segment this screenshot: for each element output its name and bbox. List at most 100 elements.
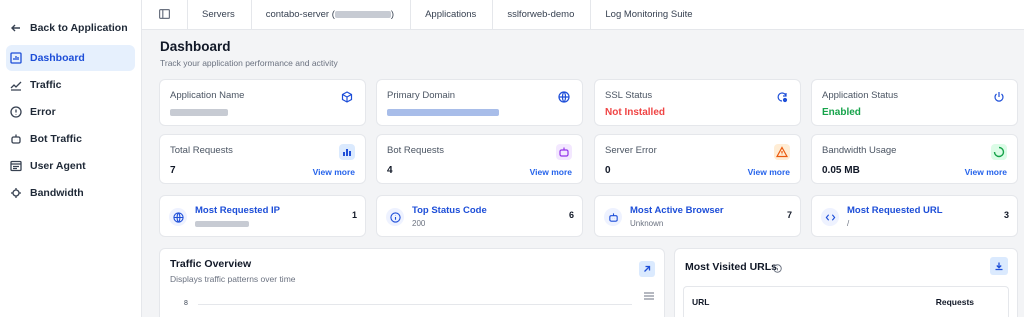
traffic-overview-subtitle: Displays traffic patterns over time [170, 274, 296, 284]
most-requested-ip-card[interactable]: Most Requested IP 1 [159, 195, 366, 237]
robot-icon [604, 208, 622, 226]
most-active-browser-card[interactable]: Most Active Browser Unknown 7 [594, 195, 801, 237]
breadcrumb-current: Log Monitoring Suite [591, 0, 708, 30]
application-name-value [170, 107, 228, 118]
mini-card-title: Most Requested IP [195, 205, 280, 216]
sidebar-item-error[interactable]: Error [6, 99, 135, 125]
breadcrumb-server-suffix: ) [390, 9, 395, 20]
main-content: Dashboard Track your application perform… [142, 30, 1024, 317]
power-icon [991, 89, 1007, 105]
breadcrumb-servers-label: Servers [202, 9, 235, 20]
spinner-icon [991, 144, 1007, 160]
bot-icon [556, 144, 572, 160]
gridline [198, 304, 632, 305]
mini-card-subtitle: / [847, 219, 850, 228]
breadcrumb-servers[interactable]: Servers [188, 0, 252, 30]
bandwidth-usage-card: Bandwidth Usage 0.05 MB View more [811, 134, 1018, 184]
redacted-ip [334, 11, 391, 18]
back-label: Back to Application [30, 22, 128, 34]
breadcrumb-server-label: contabo-server ( [265, 9, 335, 20]
arrow-left-icon [10, 22, 22, 34]
network-icon [10, 187, 22, 199]
code-icon [821, 208, 839, 226]
mini-card-subtitle: Unknown [630, 219, 664, 228]
info-icon[interactable] [773, 262, 782, 276]
mini-card-title: Top Status Code [412, 205, 487, 216]
server-error-value: 0 [605, 165, 611, 176]
sidebar-item-traffic[interactable]: Traffic [6, 72, 135, 98]
total-requests-value: 7 [170, 165, 176, 176]
server-error-card: Server Error 0 View more [594, 134, 801, 184]
most-visited-urls-title: Most Visited URLs [685, 261, 777, 273]
arrow-up-right-icon [642, 264, 652, 274]
top-status-code-card[interactable]: Top Status Code 200 6 [376, 195, 583, 237]
globe-icon [556, 89, 572, 105]
info-icon [386, 208, 404, 226]
sidebar-item-user-agent[interactable]: User Agent [6, 153, 135, 179]
sidebar-item-label: User Agent [30, 160, 86, 172]
breadcrumb-applications[interactable]: Applications [411, 0, 494, 30]
application-status-value: Enabled [822, 107, 861, 118]
sidebar-toggle-button[interactable] [142, 0, 188, 30]
traffic-overview-panel: Traffic Overview Displays traffic patter… [159, 248, 665, 317]
card-label: Application Name [170, 90, 245, 101]
mini-card-count: 7 [786, 210, 792, 220]
y-axis-tick: 8 [184, 300, 188, 307]
expand-button[interactable] [639, 261, 655, 277]
trend-icon [10, 79, 22, 91]
alert-circle-icon [10, 106, 22, 118]
mini-card-title: Most Active Browser [630, 205, 724, 216]
card-label: Primary Domain [387, 90, 456, 101]
hamburger-icon [644, 289, 654, 303]
refresh-shield-icon [774, 89, 790, 105]
redacted-ip-value [195, 219, 249, 228]
sidebar-toggle-icon [159, 8, 171, 22]
view-more-link[interactable]: View more [313, 167, 355, 177]
globe-icon [169, 208, 187, 226]
card-label: Server Error [605, 145, 657, 156]
urls-table: URL Requests [683, 286, 1009, 317]
breadcrumb-server[interactable]: contabo-server ( ) [252, 0, 412, 30]
bar-chart-icon [10, 52, 22, 64]
page-subtitle: Track your application performance and a… [160, 58, 338, 68]
breadcrumb-current-label: Log Monitoring Suite [605, 9, 693, 20]
traffic-overview-title: Traffic Overview [170, 258, 252, 270]
sidebar-item-dashboard[interactable]: Dashboard [6, 45, 135, 71]
view-more-link[interactable]: View more [530, 167, 572, 177]
breadcrumb-applications-label: Applications [425, 9, 477, 20]
mini-card-subtitle: 200 [412, 219, 426, 228]
download-button[interactable] [990, 257, 1008, 275]
chart-menu-button[interactable] [644, 289, 654, 303]
card-label: SSL Status [605, 90, 653, 101]
card-label: Total Requests [170, 145, 233, 156]
breadcrumb-app-label: sslforweb-demo [507, 9, 575, 20]
sidebar-item-label: Bandwidth [30, 187, 84, 199]
primary-domain-card: Primary Domain [376, 79, 583, 126]
ssl-status-value: Not Installed [605, 107, 666, 118]
card-label: Bot Requests [387, 145, 445, 156]
sidebar-item-bot-traffic[interactable]: Bot Traffic [6, 126, 135, 152]
ssl-status-card: SSL Status Not Installed [594, 79, 801, 126]
sidebar-item-label: Error [30, 106, 56, 118]
most-visited-urls-panel: Most Visited URLs URL Requests [674, 248, 1018, 317]
breadcrumb-app[interactable]: sslforweb-demo [493, 0, 592, 30]
mini-card-count: 1 [351, 210, 357, 220]
sidebar: Back to Application Dashboard Traffic Er… [0, 0, 142, 317]
mini-card-count: 3 [1003, 210, 1009, 220]
bot-requests-card: Bot Requests 4 View more [376, 134, 583, 184]
view-more-link[interactable]: View more [965, 167, 1007, 177]
column-header-requests: Requests [935, 297, 974, 307]
application-name-card: Application Name [159, 79, 366, 126]
view-more-link[interactable]: View more [748, 167, 790, 177]
breadcrumb: Servers contabo-server ( ) Applications … [142, 0, 1024, 30]
bot-requests-value: 4 [387, 165, 393, 176]
download-icon [994, 261, 1004, 271]
browser-icon [10, 160, 22, 172]
sidebar-item-label: Dashboard [30, 52, 85, 64]
bandwidth-usage-value: 0.05 MB [822, 165, 860, 176]
sidebar-item-bandwidth[interactable]: Bandwidth [6, 180, 135, 206]
back-to-application-link[interactable]: Back to Application [6, 15, 135, 41]
robot-icon [10, 133, 22, 145]
most-requested-url-card[interactable]: Most Requested URL / 3 [811, 195, 1018, 237]
mini-card-title: Most Requested URL [847, 205, 943, 216]
